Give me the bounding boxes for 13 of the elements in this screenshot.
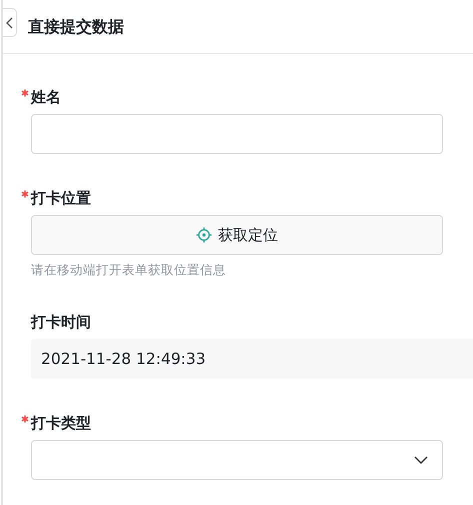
name-field[interactable] bbox=[31, 114, 443, 154]
page-title: 直接提交数据 bbox=[28, 16, 124, 36]
field-label: 打卡类型 bbox=[31, 413, 91, 433]
field-label: 打卡位置 bbox=[31, 188, 91, 208]
get-location-button[interactable]: 获取定位 bbox=[31, 215, 443, 255]
chevron-down-icon bbox=[414, 456, 428, 464]
time-value: 2021-11-28 12:49:33 bbox=[31, 339, 473, 379]
location-hint: 请在移动端打开表单获取位置信息 bbox=[31, 262, 227, 278]
field-label: 姓名 bbox=[31, 87, 61, 107]
back-icon bbox=[5, 16, 13, 28]
locate-icon bbox=[196, 227, 212, 243]
type-dropdown[interactable] bbox=[31, 440, 443, 480]
field-label: 打卡时间 bbox=[31, 312, 91, 332]
